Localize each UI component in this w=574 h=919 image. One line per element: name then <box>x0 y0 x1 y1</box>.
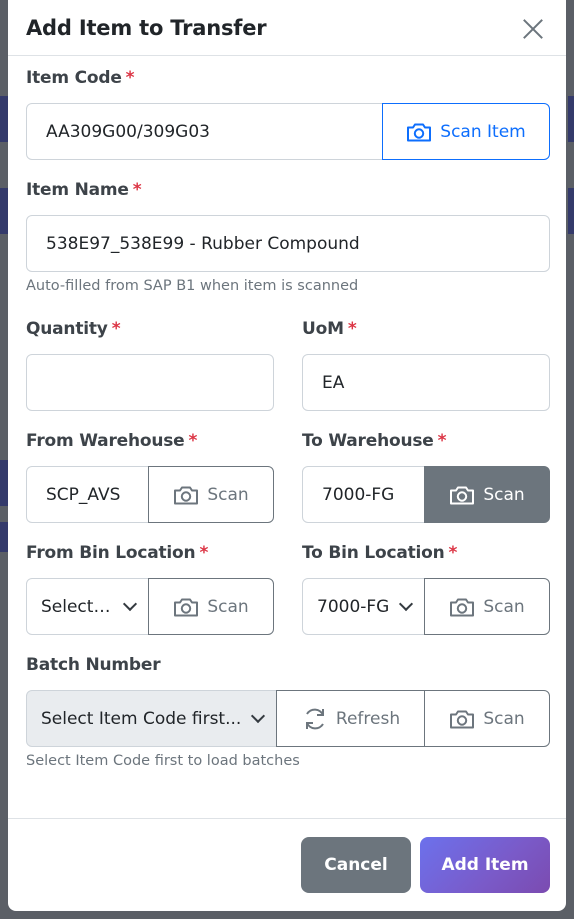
scan-item-label: Scan Item <box>440 121 526 142</box>
batch-hint: Select Item Code first to load batches <box>26 753 300 769</box>
from-bin-select[interactable]: Select Bi <box>26 578 150 635</box>
scan-from-bin-button[interactable]: Scan <box>148 578 274 635</box>
item-name-hint: Auto-filled from SAP B1 when item is sca… <box>26 278 359 294</box>
uom-input[interactable] <box>322 372 530 393</box>
batch-number-label: Batch Number <box>26 655 161 675</box>
to-bin-selected: 7000-FG <box>317 596 390 617</box>
uom-label: UoM * <box>302 319 357 339</box>
from-warehouse-input[interactable] <box>46 484 130 505</box>
add-item-modal: Add Item to Transfer Item Code* Scan Ite… <box>8 0 566 911</box>
camera-icon <box>174 598 199 616</box>
scan-label: Scan <box>207 484 249 505</box>
to-bin-select[interactable]: 7000-FG <box>302 578 426 635</box>
refresh-batches-button[interactable]: Refresh <box>276 690 426 747</box>
scan-label: Scan <box>483 596 525 617</box>
quantity-input[interactable] <box>46 372 254 393</box>
quantity-label: Quantity * <box>26 319 121 339</box>
background-strip <box>0 188 8 234</box>
scan-label: Scan <box>483 708 525 729</box>
scan-to-bin-button[interactable]: Scan <box>424 578 550 635</box>
background-strip <box>568 96 574 142</box>
uom-field[interactable] <box>302 354 550 411</box>
modal-footer: Cancel Add Item <box>8 818 566 911</box>
background-strip <box>0 96 8 142</box>
scan-label: Scan <box>207 596 249 617</box>
camera-icon <box>450 710 475 728</box>
camera-icon <box>450 486 475 504</box>
scan-to-warehouse-button[interactable]: Scan <box>424 466 550 523</box>
background-strip <box>0 460 8 506</box>
add-item-button[interactable]: Add Item <box>420 837 550 893</box>
chevron-down-icon <box>398 596 414 612</box>
scan-item-button[interactable]: Scan Item <box>382 103 550 160</box>
refresh-label: Refresh <box>335 708 401 729</box>
camera-icon <box>174 486 199 504</box>
to-warehouse-field[interactable] <box>302 466 426 523</box>
to-warehouse-label: To Warehouse * <box>302 431 447 451</box>
scan-label: Scan <box>483 484 525 505</box>
camera-icon <box>450 598 475 616</box>
item-name-field[interactable] <box>26 215 550 272</box>
scan-batch-button[interactable]: Scan <box>424 690 550 747</box>
item-code-input[interactable] <box>46 121 363 142</box>
to-bin-label: To Bin Location * <box>302 543 458 563</box>
item-code-field[interactable] <box>26 103 383 160</box>
background-strip <box>568 188 574 234</box>
batch-select[interactable]: Select Item Code first... <box>26 690 278 747</box>
quantity-field[interactable] <box>26 354 274 411</box>
chevron-down-icon <box>250 708 266 724</box>
camera-icon <box>407 123 432 141</box>
item-code-label: Item Code * <box>26 68 135 88</box>
item-name-label: Item Name * <box>26 180 142 200</box>
cancel-button[interactable]: Cancel <box>301 837 411 893</box>
chevron-down-icon <box>122 596 138 612</box>
modal-title: Add Item to Transfer <box>26 15 267 40</box>
from-warehouse-label: From Warehouse * <box>26 431 198 451</box>
batch-selected: Select Item Code first... <box>41 708 242 729</box>
to-warehouse-input[interactable] <box>322 484 406 505</box>
modal-header: Add Item to Transfer <box>8 0 566 56</box>
item-name-input[interactable] <box>46 233 530 254</box>
scan-from-warehouse-button[interactable]: Scan <box>148 466 274 523</box>
background-strip <box>0 522 8 552</box>
from-bin-label: From Bin Location * <box>26 543 209 563</box>
from-warehouse-field[interactable] <box>26 466 150 523</box>
from-bin-selected: Select Bi <box>41 596 115 617</box>
refresh-icon <box>305 708 324 729</box>
close-icon[interactable] <box>518 14 548 44</box>
